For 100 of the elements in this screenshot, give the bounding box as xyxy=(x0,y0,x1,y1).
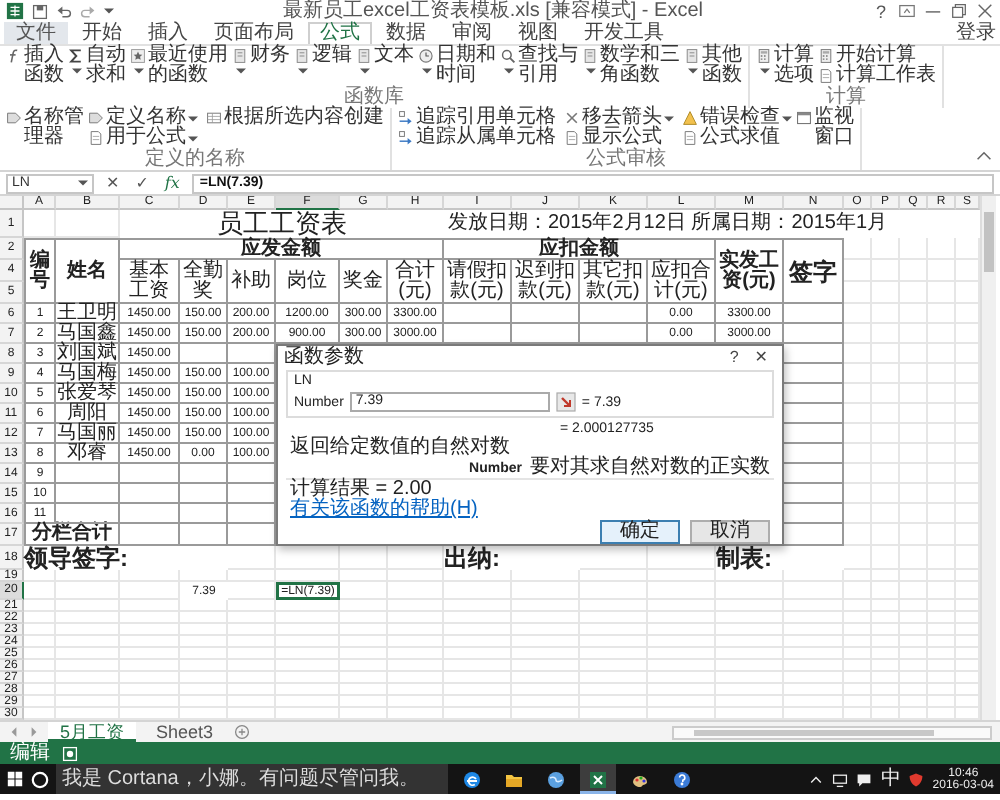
input-method-indicator[interactable]: 中 xyxy=(880,767,901,791)
table-cell: 王卫明 xyxy=(56,304,120,324)
scrollbar[interactable] xyxy=(672,725,992,739)
taskbar-button[interactable] xyxy=(580,764,616,794)
tag-icon xyxy=(88,110,104,126)
help-button[interactable]: ? xyxy=(721,347,747,367)
table-cell xyxy=(228,524,276,546)
signature-label: 制表: xyxy=(716,546,774,570)
table-cell xyxy=(872,444,900,464)
ribbon-tab[interactable]: 视图 xyxy=(506,22,570,44)
search-field[interactable]: 我是 Cortana，小娜。有问题尽管问我。 xyxy=(56,764,448,794)
monitor-icon[interactable] xyxy=(832,771,849,787)
ribbon-button[interactable]: 显示公式 xyxy=(564,128,674,148)
table-cell xyxy=(872,282,900,304)
ribbon-tab[interactable]: 页面布局 xyxy=(202,22,306,44)
close-button[interactable]: ✕ xyxy=(746,347,776,367)
scrollbar[interactable] xyxy=(980,196,996,720)
table-cell xyxy=(844,484,872,504)
ribbon-button[interactable]: 移去箭头 xyxy=(564,108,674,128)
table-cell xyxy=(900,238,928,260)
ribbon-button[interactable]: 开始计算 xyxy=(818,46,936,66)
table-cell: 张爱琴 xyxy=(56,384,120,404)
range-select-icon[interactable] xyxy=(555,392,576,412)
table-cell xyxy=(228,546,276,570)
ribbon-button[interactable]: 日期和时间 xyxy=(418,46,496,86)
ribbon-button[interactable]: 监视窗口 xyxy=(796,108,854,148)
ribbon-tab[interactable]: 开发工具 xyxy=(572,22,676,44)
spreadsheet-icon[interactable] xyxy=(6,2,24,20)
ribbon-tab[interactable]: 开始 xyxy=(70,22,134,44)
ribbon-tab[interactable]: 插入 xyxy=(136,22,200,44)
ribbon-tab[interactable]: 数据 xyxy=(374,22,438,44)
ribbon-button[interactable]: 自动求和 xyxy=(68,46,126,86)
shield-icon[interactable] xyxy=(908,771,925,787)
table-cell xyxy=(928,304,956,324)
table-cell xyxy=(928,524,956,546)
folder-icon xyxy=(504,769,524,789)
ribbon-button[interactable]: 追踪从属单元格 xyxy=(398,128,556,148)
ribbon-button[interactable]: 数学和三角函数 xyxy=(582,46,680,86)
macro-record-icon[interactable] xyxy=(62,745,78,761)
table-cell xyxy=(784,424,844,444)
ribbon-button[interactable]: 名称管理器 xyxy=(6,108,84,148)
table-cell xyxy=(120,524,180,546)
next-icon[interactable] xyxy=(28,726,40,738)
table-cell xyxy=(928,324,956,344)
restore-icon[interactable] xyxy=(950,2,968,20)
ribbon-button[interactable]: 插入函数 xyxy=(6,46,64,86)
ribbon-button[interactable]: 财务 xyxy=(232,46,290,86)
ribbon-button[interactable]: 计算工作表 xyxy=(818,66,936,86)
ribbon-button[interactable]: 定义名称 xyxy=(88,108,198,128)
help-link[interactable]: 有关该函数的帮助(H) xyxy=(290,500,478,520)
ribbon-button[interactable]: 计算选项 xyxy=(756,46,814,86)
undo-icon[interactable] xyxy=(56,3,72,19)
chevron-up-icon[interactable] xyxy=(808,771,825,787)
table-header: 补助 xyxy=(228,260,276,304)
ribbon-button[interactable]: 查找与引用 xyxy=(500,46,578,86)
ribbon-button[interactable]: 根据所选内容创建 xyxy=(206,108,384,128)
ribbon-button[interactable]: 公式求值 xyxy=(682,128,792,148)
cortana-icon[interactable] xyxy=(30,769,50,789)
windows-icon[interactable] xyxy=(6,770,24,788)
signature-label: 出纳: xyxy=(444,546,502,570)
table-cell xyxy=(844,524,872,546)
ribbon-button[interactable]: 用于公式 xyxy=(88,128,198,148)
enter-button[interactable]: ✓ xyxy=(131,173,153,193)
ribbon-button[interactable]: 最近使用的函数 xyxy=(130,46,228,86)
table-cell xyxy=(56,464,120,484)
ribbon-button[interactable]: 追踪引用单元格 xyxy=(398,108,556,128)
clock-icon xyxy=(418,48,434,64)
table-cell xyxy=(120,504,180,524)
ribbon-button[interactable]: 文本 xyxy=(356,46,414,86)
table-cell xyxy=(928,444,956,464)
cancel-button[interactable]: ✕ xyxy=(102,173,124,193)
table-cell xyxy=(900,384,928,404)
ribbon-tab[interactable]: 公式 xyxy=(308,22,372,44)
arrow-icon xyxy=(398,110,414,126)
ribbon-button[interactable]: 错误检查 xyxy=(682,108,792,128)
sheet-tab[interactable]: Sheet3 xyxy=(144,722,226,742)
add-sheet-icon[interactable] xyxy=(233,724,250,740)
insert-function-button[interactable]: fx xyxy=(160,173,184,193)
table-cell xyxy=(228,464,276,484)
save-icon[interactable] xyxy=(32,3,48,19)
previous-icon[interactable] xyxy=(8,726,20,738)
table-cell xyxy=(872,324,900,344)
ribbon-tab[interactable]: 审阅 xyxy=(440,22,504,44)
display-options-icon[interactable] xyxy=(898,2,916,20)
sign-in-link[interactable]: 登录 xyxy=(956,24,996,44)
warning-icon xyxy=(682,110,698,126)
table-cell xyxy=(56,504,120,524)
dialog-button[interactable]: 取消 xyxy=(690,520,770,544)
close-icon[interactable] xyxy=(976,2,994,20)
ribbon-tab[interactable]: 文件 xyxy=(4,22,68,44)
ribbon-button[interactable]: 逻辑 xyxy=(294,46,352,86)
help-button[interactable]: ? xyxy=(871,1,890,21)
message-icon[interactable] xyxy=(856,771,873,787)
dialog-button[interactable]: 确定 xyxy=(600,520,680,544)
table-cell xyxy=(844,464,872,484)
ribbon-button[interactable]: 其他函数 xyxy=(684,46,742,86)
table-cell xyxy=(228,484,276,504)
collapse-icon[interactable] xyxy=(976,148,992,164)
caret-icon[interactable] xyxy=(104,8,114,14)
table-cell xyxy=(928,260,956,282)
